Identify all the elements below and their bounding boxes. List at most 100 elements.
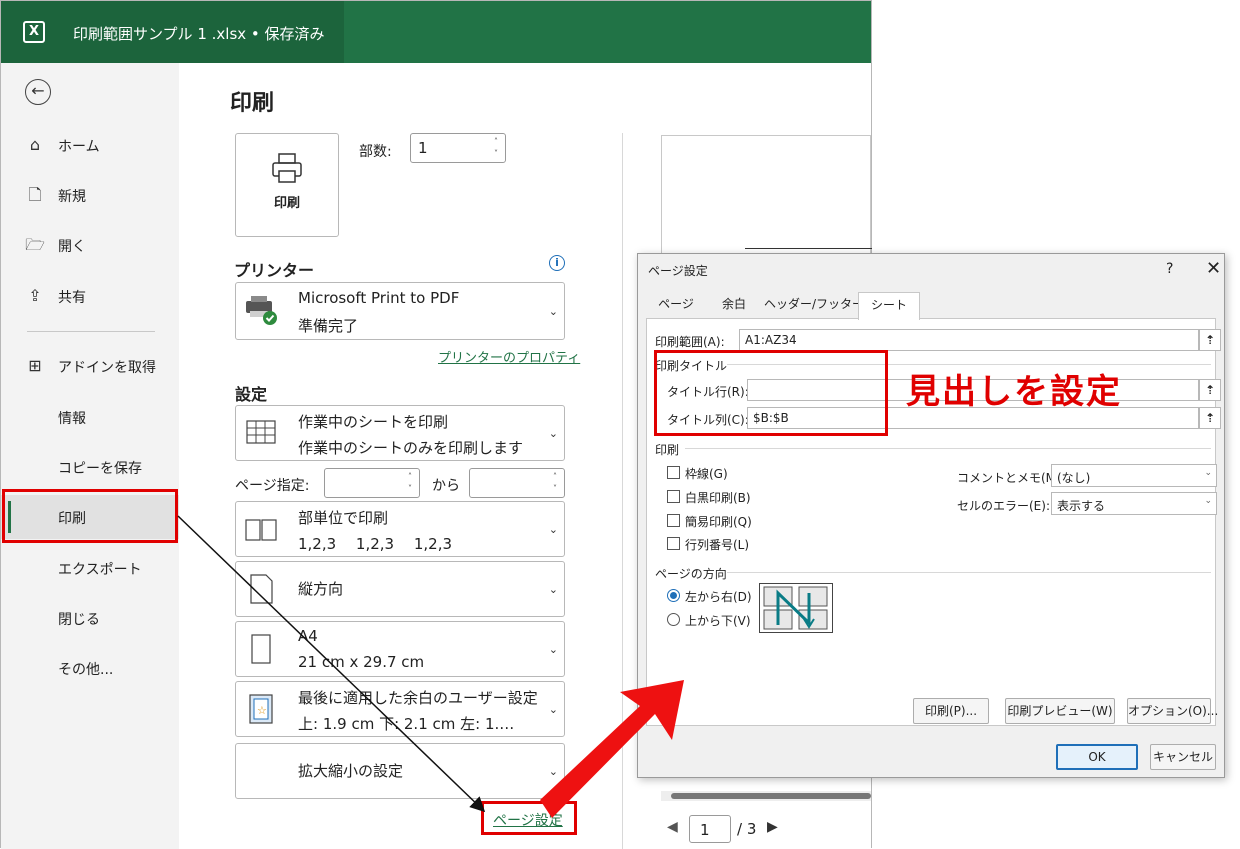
- printer-properties-link[interactable]: プリンターのプロパティ: [438, 347, 580, 366]
- sidebar-item-new[interactable]: 🗋 新規: [1, 173, 179, 217]
- row-col-headings-label: 行列番号(L): [685, 538, 750, 552]
- tab-margins[interactable]: 余白: [706, 292, 762, 319]
- sidebar-item-label: 新規: [58, 189, 86, 205]
- sidebar-item-export[interactable]: エクスポート: [1, 546, 179, 590]
- scaling-select[interactable]: 拡大縮小の設定 ⌄: [235, 743, 565, 799]
- print-area-input[interactable]: A1:AZ34: [739, 329, 1199, 351]
- sidebar-item-more[interactable]: その他...: [1, 646, 179, 690]
- annotation-callout: 見出しを設定: [906, 372, 1122, 412]
- custom-margins-icon: ☆: [249, 694, 273, 724]
- chevron-down-icon: ⌄: [548, 523, 558, 536]
- chevron-down-icon: ⌄: [548, 583, 558, 596]
- paper-icon: [251, 634, 271, 664]
- order-left-right-radio[interactable]: [667, 589, 680, 602]
- chevron-down-icon: ⌄: [548, 305, 558, 318]
- sidebar-item-label: 共有: [58, 290, 86, 306]
- spin-down-icon[interactable]: ˅: [491, 149, 501, 159]
- draft-quality-checkbox[interactable]: [667, 514, 680, 527]
- paper-size-select[interactable]: A4 21 cm x 29.7 cm ⌄: [235, 621, 565, 677]
- sidebar-item-share[interactable]: ⇪ 共有: [1, 274, 179, 318]
- setting-line2: 21 cm x 29.7 cm: [298, 653, 425, 671]
- tab-sheet[interactable]: シート: [858, 292, 920, 320]
- print-button[interactable]: 印刷(P)...: [913, 698, 989, 724]
- pages-to-input[interactable]: ˄ ˅: [469, 468, 565, 498]
- cancel-button[interactable]: キャンセル: [1150, 744, 1216, 770]
- share-icon: ⇪: [28, 286, 42, 305]
- previous-page-icon[interactable]: ◀: [667, 819, 678, 835]
- cell-errors-value: 表示する: [1057, 499, 1106, 513]
- sidebar-item-label: ホーム: [58, 139, 100, 155]
- spin-down-icon[interactable]: ˅: [405, 484, 415, 494]
- collapse-dialog-icon[interactable]: ⇡: [1199, 379, 1221, 401]
- preview-page-input[interactable]: 1: [689, 815, 731, 843]
- preview-total-pages: / 3: [737, 820, 757, 838]
- spin-up-icon[interactable]: ˄: [550, 472, 560, 482]
- ok-button[interactable]: OK: [1056, 744, 1138, 770]
- sidebar-item-save-copy[interactable]: コピーを保存: [1, 445, 179, 489]
- collated-icon: [245, 519, 277, 541]
- setting-line2: 作業中のシートのみを印刷します: [298, 439, 524, 457]
- print-preview-button[interactable]: 印刷プレビュー(W): [1005, 698, 1115, 724]
- cell-errors-label: セルのエラー(E):: [957, 499, 1050, 513]
- excel-logo-icon: X: [23, 21, 45, 43]
- sidebar-item-label: 閉じる: [58, 612, 100, 628]
- sidebar-item-close[interactable]: 閉じる: [1, 596, 179, 640]
- print-button[interactable]: 印刷: [235, 133, 339, 237]
- page-setup-dialog: ページ設定 ? ✕ ページ 余白 ヘッダー/フッター シート 印刷範囲(A): …: [637, 253, 1225, 778]
- sidebar-item-label: アドインを取得: [58, 360, 156, 376]
- setting-line1: 部単位で印刷: [298, 509, 389, 527]
- setting-line2: 上: 1.9 cm 下: 2.1 cm 左: 1.…: [298, 715, 515, 733]
- orientation-select[interactable]: 縦方向 ⌄: [235, 561, 565, 617]
- sidebar-item-info[interactable]: 情報: [1, 395, 179, 439]
- sidebar-item-open[interactable]: 🗁 開く: [1, 223, 179, 267]
- page-setup-link-label: ページ設定: [493, 813, 563, 829]
- sidebar-item-home[interactable]: ⌂ ホーム: [1, 123, 179, 167]
- row-col-headings-checkbox[interactable]: [667, 537, 680, 550]
- tab-header-footer[interactable]: ヘッダー/フッター: [764, 292, 864, 319]
- setting-line1: 最後に適用した余白のユーザー設定: [298, 689, 538, 707]
- setting-line1: 作業中のシートを印刷: [298, 413, 449, 431]
- order-top-bottom-radio[interactable]: [667, 613, 680, 626]
- gridlines-checkbox[interactable]: [667, 466, 680, 479]
- sidebar-item-label: エクスポート: [58, 562, 142, 578]
- print-button-label: 印刷: [273, 196, 300, 211]
- comments-label: コメントとメモ(M):: [957, 471, 1065, 485]
- page-setup-link[interactable]: ページ設定: [481, 801, 577, 835]
- sidebar-item-addins[interactable]: ⊞ アドインを取得: [1, 344, 179, 388]
- pages-from-input[interactable]: ˄ ˅: [324, 468, 420, 498]
- gridlines-label: 枠線(G): [685, 467, 728, 481]
- margins-select[interactable]: ☆ 最後に適用した余白のユーザー設定 上: 1.9 cm 下: 2.1 cm 左…: [235, 681, 565, 737]
- page-title: 印刷: [230, 91, 275, 116]
- scroll-thumb[interactable]: [671, 793, 871, 799]
- collapse-dialog-icon[interactable]: ⇡: [1199, 329, 1221, 351]
- spin-up-icon[interactable]: ˄: [491, 137, 501, 147]
- setting-line1: A4: [298, 627, 318, 645]
- chevron-down-icon: ⌄: [548, 703, 558, 716]
- collapse-dialog-icon[interactable]: ⇡: [1199, 407, 1221, 429]
- addins-icon: ⊞: [28, 356, 42, 375]
- copies-input[interactable]: 1 ˄ ˅: [410, 133, 506, 163]
- svg-text:☆: ☆: [257, 704, 267, 717]
- comments-select[interactable]: (なし) ⌄: [1051, 464, 1217, 487]
- collate-select[interactable]: 部単位で印刷 1,2,3 1,2,3 1,2,3 ⌄: [235, 501, 565, 557]
- print-what-select[interactable]: 作業中のシートを印刷 作業中のシートのみを印刷します ⌄: [235, 405, 565, 461]
- spin-down-icon[interactable]: ˅: [550, 484, 560, 494]
- sidebar-item-label: その他...: [58, 662, 114, 678]
- tab-page[interactable]: ページ: [650, 292, 702, 319]
- close-icon[interactable]: ✕: [1206, 258, 1221, 279]
- info-icon[interactable]: i: [549, 255, 565, 271]
- panel-divider: [622, 133, 623, 849]
- chevron-down-icon: ⌄: [548, 427, 558, 440]
- spin-up-icon[interactable]: ˄: [405, 472, 415, 482]
- cell-errors-select[interactable]: 表示する ⌄: [1051, 492, 1217, 515]
- printer-select[interactable]: Microsoft Print to PDF 準備完了 ⌄: [235, 282, 565, 340]
- app-title: 印刷範囲サンプル 1 .xlsx • 保存済み: [73, 25, 325, 43]
- black-white-checkbox[interactable]: [667, 490, 680, 503]
- back-arrow-icon[interactable]: ←: [25, 79, 51, 105]
- options-button[interactable]: オプション(O)...: [1127, 698, 1218, 724]
- help-icon[interactable]: ?: [1166, 261, 1173, 277]
- printer-ready-icon: [246, 296, 277, 325]
- chevron-down-icon: ⌄: [548, 765, 558, 778]
- next-page-icon[interactable]: ▶: [767, 819, 778, 835]
- preview-scrollbar[interactable]: [661, 791, 871, 801]
